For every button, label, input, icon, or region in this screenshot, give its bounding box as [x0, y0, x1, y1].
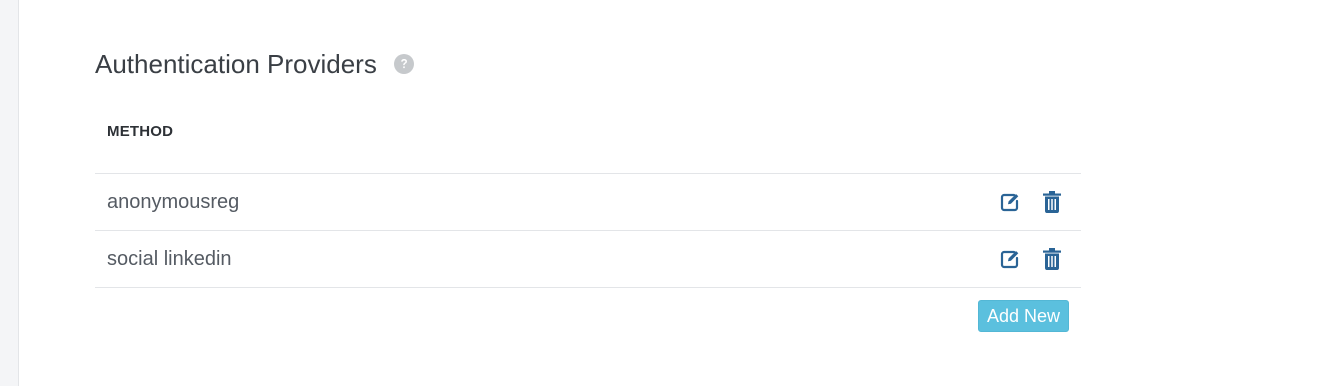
row-actions	[999, 191, 1063, 213]
method-cell: anonymousreg	[107, 190, 240, 213]
edit-icon[interactable]	[999, 248, 1021, 270]
trash-icon[interactable]	[1041, 191, 1063, 213]
table-row: anonymousreg	[95, 174, 1081, 231]
column-header-method: METHOD	[107, 122, 174, 140]
row-actions	[999, 248, 1063, 270]
table-row: social linkedin	[95, 231, 1081, 288]
help-icon[interactable]	[393, 54, 414, 74]
method-cell: social linkedin	[107, 247, 232, 270]
table-header: METHOD	[95, 106, 1081, 174]
table-footer: Add New	[95, 288, 1081, 344]
add-new-button[interactable]: Add New	[977, 300, 1069, 332]
auth-providers-panel: Authentication Providers METHOD anonymou…	[19, 0, 1318, 386]
page-title: Authentication Providers	[95, 49, 377, 79]
edit-icon[interactable]	[999, 191, 1021, 213]
panel-header: Authentication Providers	[95, 46, 414, 82]
left-gutter	[0, 0, 19, 386]
providers-table: METHOD anonymousreg social linkedin Add …	[95, 106, 1081, 344]
trash-icon[interactable]	[1041, 248, 1063, 270]
